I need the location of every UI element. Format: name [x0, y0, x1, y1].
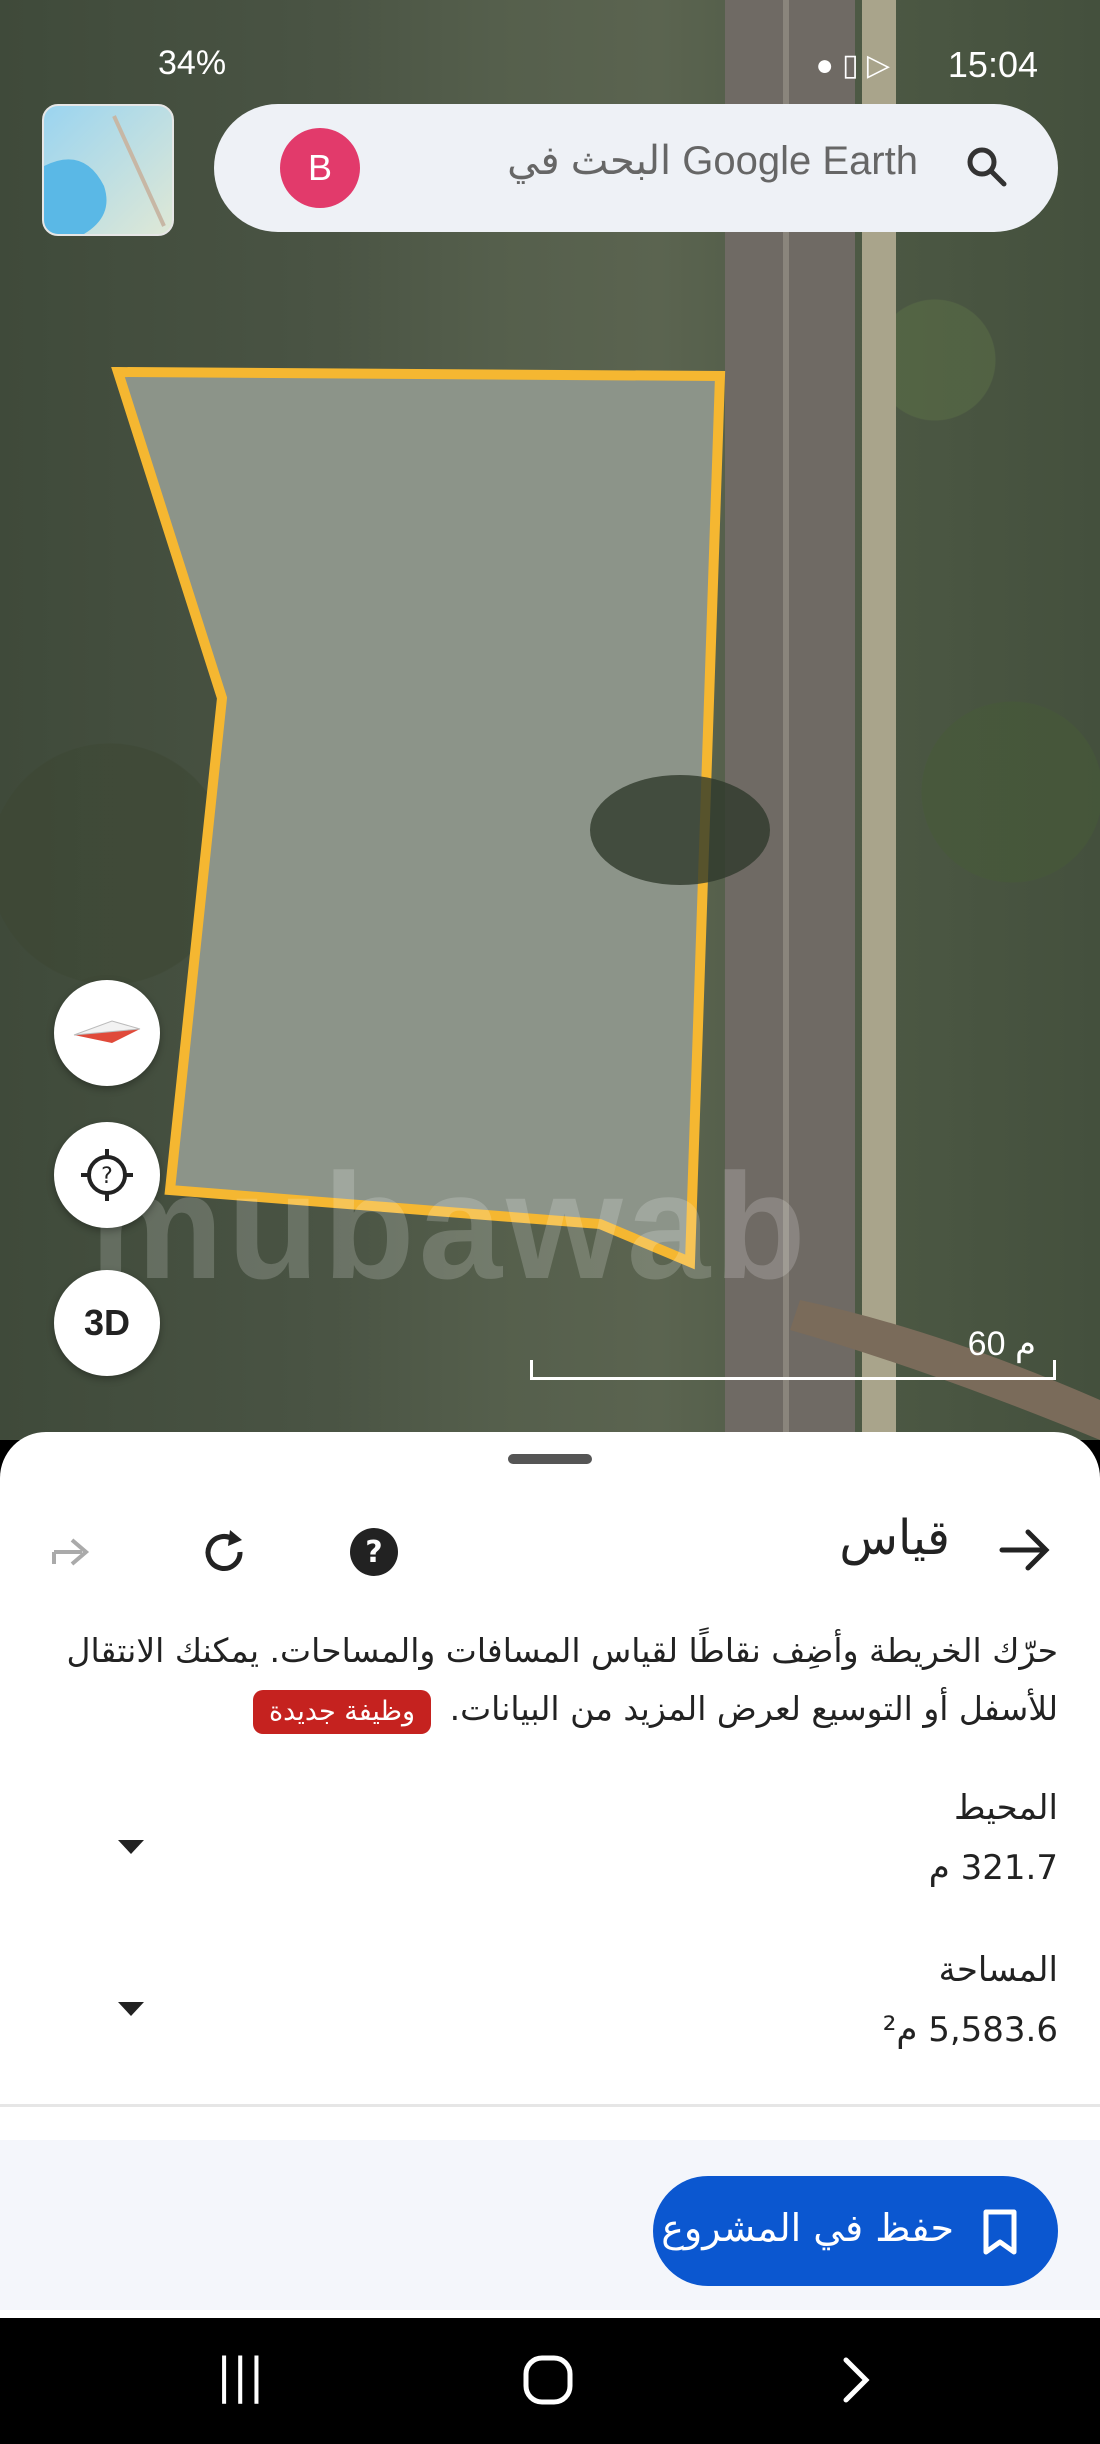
search-bar[interactable]: B البحث في Google Earth	[214, 104, 1058, 232]
area-label: المساحة	[938, 1950, 1058, 1990]
tree-shadow	[590, 775, 770, 885]
watermark: mubawab	[90, 1142, 810, 1310]
redo-icon[interactable]	[44, 1524, 100, 1580]
search-placeholder: البحث في Google Earth	[507, 139, 918, 183]
area-value: 5,583.6 م²	[882, 2010, 1058, 2050]
compass-icon	[73, 1020, 141, 1043]
instructions-text: حرّك الخريطة وأضِف نقاطًا لقياس المسافات…	[66, 1631, 1058, 1728]
map-thumbnail-art	[44, 115, 166, 234]
my-location-button[interactable]: ?	[54, 1122, 160, 1228]
area-dropdown-icon[interactable]	[118, 2002, 144, 2016]
back-icon[interactable]	[836, 2354, 876, 2406]
back-arrow-icon[interactable]	[994, 1520, 1054, 1580]
scale-line	[530, 1360, 1056, 1380]
save-button-label: حفظ في المشروع	[661, 2206, 954, 2250]
new-feature-badge: وظيفة جديدة	[253, 1690, 432, 1734]
instructions: حرّك الخريطة وأضِف نقاطًا لقياس المسافات…	[40, 1622, 1058, 1738]
help-icon[interactable]: ?	[346, 1524, 402, 1580]
status-icons: ● ▯ ▷	[815, 49, 890, 82]
recent-apps-icon[interactable]: |||	[216, 2348, 265, 2404]
area-row[interactable]: المساحة 5,583.6 م²	[100, 1950, 1058, 2050]
perimeter-dropdown-icon[interactable]	[118, 1840, 144, 1854]
status-bar: 34% ● ▯ ▷ 15:04	[0, 0, 1100, 120]
search-icon[interactable]	[962, 142, 1012, 192]
svg-text:?: ?	[101, 1164, 113, 1189]
scale-bar: 60 م	[530, 1324, 1056, 1380]
perimeter-label: المحيط	[954, 1788, 1058, 1828]
avatar[interactable]: B	[280, 128, 360, 208]
scale-label: 60 م	[967, 1325, 1036, 1363]
compass-button[interactable]	[54, 980, 160, 1086]
svg-text:?: ?	[365, 1535, 382, 1570]
perimeter-row[interactable]: المحيط 321.7 م	[100, 1788, 1058, 1888]
map-thumbnail-icon[interactable]	[42, 104, 174, 236]
3d-toggle-button[interactable]: 3D	[54, 1270, 160, 1376]
divider	[0, 2104, 1100, 2107]
bookmark-icon	[983, 2209, 1017, 2255]
my-location-icon: ?	[81, 1149, 133, 1201]
battery-level: 34%	[158, 44, 227, 82]
sheet-title: قياس	[839, 1510, 950, 1566]
drag-handle[interactable]	[508, 1454, 592, 1464]
reset-icon[interactable]	[196, 1524, 252, 1580]
save-to-project-button[interactable]: حفظ في المشروع	[653, 2176, 1058, 2286]
home-icon[interactable]	[520, 2352, 576, 2408]
3d-label: 3D	[83, 1302, 131, 1343]
clock: 15:04	[947, 44, 1038, 85]
system-nav-bar: |||	[0, 2318, 1100, 2444]
perimeter-value: 321.7 م	[928, 1848, 1058, 1888]
